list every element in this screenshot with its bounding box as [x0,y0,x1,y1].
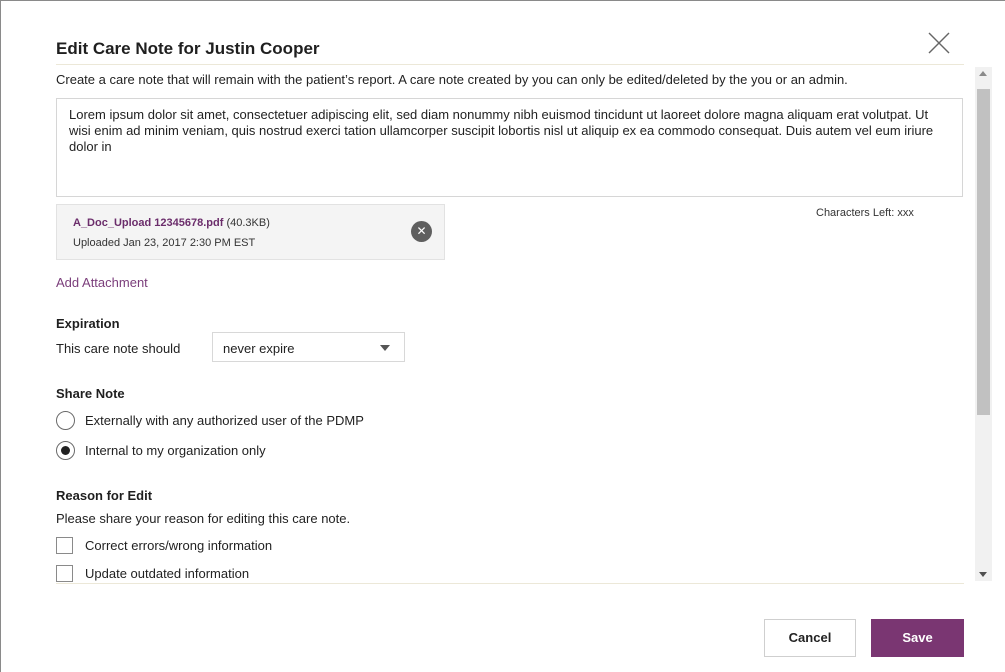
share-option-label: Externally with any authorized user of t… [85,413,364,428]
care-note-textarea[interactable]: Lorem ipsum dolor sit amet, consectetuer… [56,98,963,197]
edit-care-note-dialog: Edit Care Note for Justin Cooper Create … [0,0,1005,672]
reason-option-label: Update outdated information [85,566,250,581]
cancel-button[interactable]: Cancel [764,619,856,657]
reason-heading: Reason for Edit [56,488,153,503]
scroll-up-arrow-icon[interactable] [979,71,987,76]
attachment-upload-date: Uploaded Jan 23, 2017 2:30 PM EST [73,237,256,249]
expiration-heading: Expiration [56,316,120,331]
scrollbar-thumb[interactable] [977,89,990,415]
scroll-down-arrow-icon[interactable] [979,572,987,577]
reason-prompt: Please share your reason for editing thi… [56,511,351,526]
attachment-card: A_Doc_Upload 12345678.pdf (40.3KB) Uploa… [56,204,445,260]
share-note-heading: Share Note [56,386,125,401]
scrollbar[interactable] [975,67,992,581]
radio-external[interactable] [56,411,75,430]
radio-internal[interactable] [56,441,75,460]
dialog-title: Edit Care Note for Justin Cooper [56,39,320,58]
expiration-selected-value: never expire [223,341,295,356]
attachment-filename-link[interactable]: A_Doc_Upload 12345678.pdf [73,217,223,229]
attachment-size: (40.3KB) [223,217,270,229]
checkbox-correct-errors[interactable] [56,537,73,554]
expiration-select[interactable]: never expire [212,332,405,362]
remove-attachment-icon[interactable]: ✕ [411,221,432,242]
divider [56,64,964,65]
add-attachment-link[interactable]: Add Attachment [56,275,148,290]
intro-text: Create a care note that will remain with… [56,72,848,87]
expiration-prompt: This care note should [56,341,181,356]
share-option-label: Internal to my organization only [85,443,266,458]
characters-left: Characters Left: xxx [816,207,914,219]
attachment-name: A_Doc_Upload 12345678.pdf (40.3KB) [73,217,270,229]
save-button[interactable]: Save [871,619,964,657]
checkbox-update-outdated[interactable] [56,565,73,582]
divider [56,583,964,584]
chevron-down-icon [380,345,390,351]
close-icon[interactable] [927,31,951,55]
reason-option-label: Correct errors/wrong information [85,538,273,553]
